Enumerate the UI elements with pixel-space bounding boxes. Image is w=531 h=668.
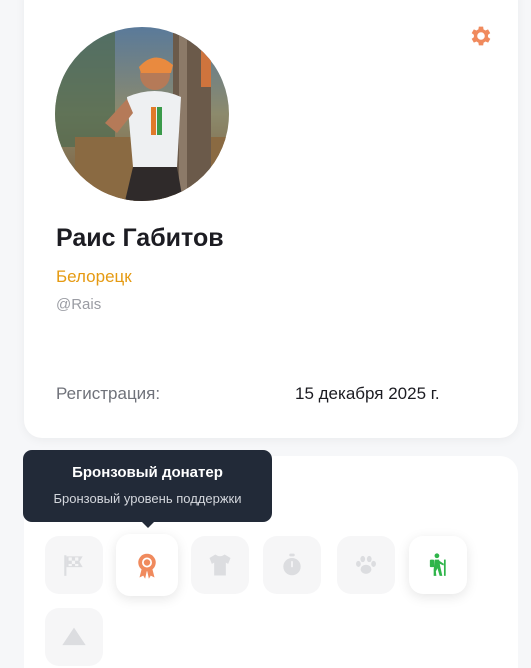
checkered-flag-icon (64, 555, 83, 576)
tshirt-icon (209, 554, 231, 576)
medal-icon (138, 553, 156, 579)
badge-hiker[interactable] (409, 536, 467, 594)
badge-mountain[interactable] (45, 608, 103, 666)
badge-tooltip: Бронзовый донатер Бронзовый уровень подд… (23, 450, 272, 528)
badge-medal[interactable] (116, 534, 178, 596)
profile-city: Белорецк (56, 267, 132, 286)
badge-stopwatch[interactable] (263, 536, 321, 594)
tooltip-title: Бронзовый донатер (72, 464, 223, 481)
settings-button[interactable] (467, 22, 495, 50)
gear-icon (471, 26, 491, 46)
badge-tshirt[interactable] (191, 536, 249, 594)
profile-username: @Rais (56, 296, 102, 313)
badge-paw[interactable] (337, 536, 395, 594)
profile-name: Раис Габитов (56, 224, 224, 252)
avatar (55, 27, 229, 201)
mountain-icon (62, 627, 86, 646)
hiker-icon (429, 553, 446, 576)
badge-checkered-flag[interactable] (45, 536, 103, 594)
registration-date: 15 декабря 2025 г. (295, 384, 440, 403)
tooltip-description: Бронзовый уровень поддержки (53, 491, 242, 506)
registration-label: Регистрация: (56, 384, 161, 403)
paw-icon (356, 555, 376, 574)
stopwatch-icon (283, 553, 301, 576)
